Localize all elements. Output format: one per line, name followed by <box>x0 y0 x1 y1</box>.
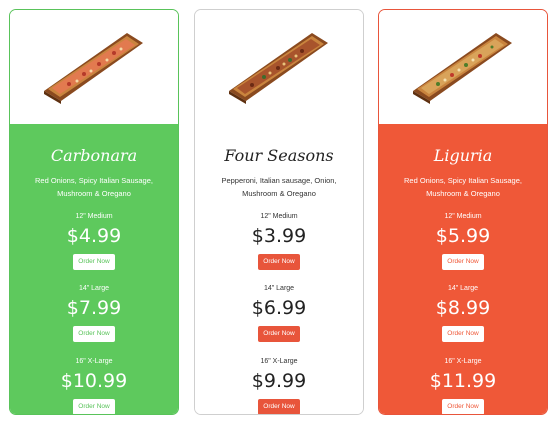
size-label: 16" X-Large <box>75 358 113 365</box>
price: $6.99 <box>251 297 307 319</box>
order-now-button[interactable]: Order Now <box>73 399 115 414</box>
size-label: 12" Medium <box>444 213 482 220</box>
order-now-button[interactable]: Order Now <box>258 399 300 414</box>
pizza-name: Four Seasons <box>224 146 334 165</box>
order-now-button[interactable]: Order Now <box>442 326 484 342</box>
size-label: 12" Medium <box>260 213 298 220</box>
price: $5.99 <box>435 225 491 247</box>
order-now-button[interactable]: Order Now <box>258 254 300 270</box>
size-label: 12" Medium <box>75 213 113 220</box>
price: $9.99 <box>251 370 307 392</box>
pizza-image <box>10 10 178 124</box>
pizza-board-icon <box>44 33 143 104</box>
price-tier-xlarge: 16" X-Large $11.99 Order Now <box>379 357 547 414</box>
price-tier-large: 14" Large $8.99 Order Now <box>379 284 547 342</box>
order-now-button[interactable]: Order Now <box>442 399 484 414</box>
price-tier-medium: 12" Medium $5.99 Order Now <box>379 212 547 270</box>
pizza-name: Carbonara <box>50 146 138 165</box>
price: $8.99 <box>435 297 491 319</box>
pizza-image <box>379 10 547 124</box>
order-now-button[interactable]: Order Now <box>73 326 115 342</box>
price-tier-large: 14" Large $7.99 Order Now <box>10 284 178 342</box>
price: $3.99 <box>251 225 307 247</box>
pizza-description: Red Onions, Spicy Italian Sausage, Mushr… <box>404 176 522 198</box>
pizza-description: Red Onions, Spicy Italian Sausage, Mushr… <box>35 176 153 198</box>
price-tier-medium: 12" Medium $4.99 Order Now <box>10 212 178 270</box>
pizza-name: Liguria <box>433 146 493 165</box>
order-now-button[interactable]: Order Now <box>73 254 115 270</box>
pizza-board-icon <box>413 33 512 104</box>
size-label: 14" Large <box>78 285 110 292</box>
size-label: 16" X-Large <box>260 358 298 365</box>
pricing-card-liguria: Liguria Red Onions, Spicy Italian Sausag… <box>378 9 548 415</box>
price: $10.99 <box>60 370 128 392</box>
price-tier-xlarge: 16" X-Large $9.99 Order Now <box>195 357 363 414</box>
size-label: 14" Large <box>263 285 295 292</box>
price-tier-medium: 12" Medium $3.99 Order Now <box>195 212 363 270</box>
price: $7.99 <box>66 297 122 319</box>
price: $4.99 <box>66 225 122 247</box>
size-label: 16" X-Large <box>444 358 482 365</box>
order-now-button[interactable]: Order Now <box>258 326 300 342</box>
pricing-card-carbonara: Carbonara Red Onions, Spicy Italian Saus… <box>9 9 179 415</box>
price-tier-xlarge: 16" X-Large $10.99 Order Now <box>10 357 178 414</box>
pizza-description: Pepperoni, Italian sausage, Onion, Mushr… <box>221 176 337 198</box>
price-tier-large: 14" Large $6.99 Order Now <box>195 284 363 342</box>
price: $11.99 <box>429 370 497 392</box>
size-label: 14" Large <box>447 285 479 292</box>
order-now-button[interactable]: Order Now <box>442 254 484 270</box>
pizza-image <box>195 10 363 124</box>
pricing-card-four-seasons: Four Seasons Pepperoni, Italian sausage,… <box>194 9 364 415</box>
pizza-board-icon <box>229 33 328 104</box>
